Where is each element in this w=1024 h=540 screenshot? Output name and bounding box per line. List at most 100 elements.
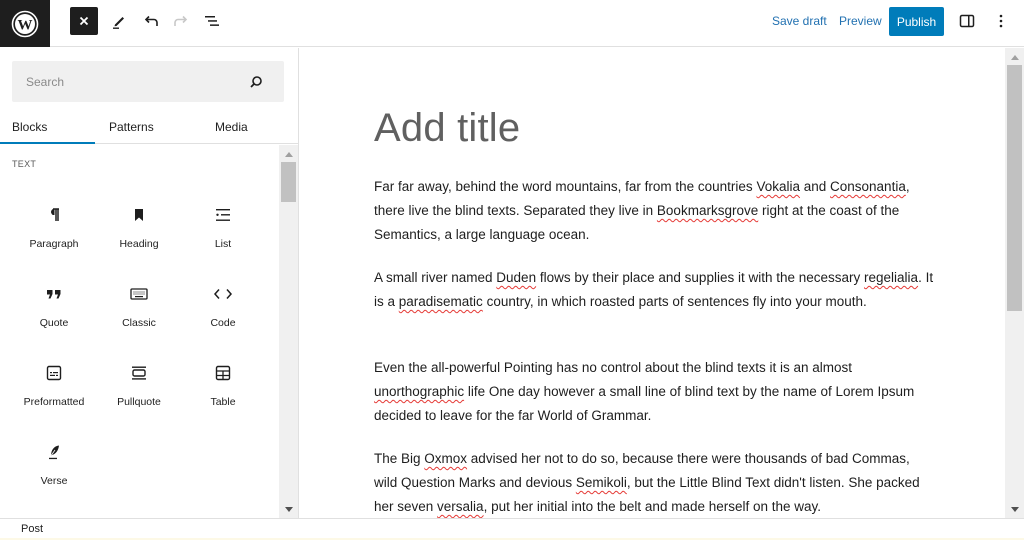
block-item-list[interactable]: List (181, 195, 265, 267)
paragraph-text: and (799, 179, 831, 194)
block-label: List (214, 238, 232, 250)
keyboard-icon (130, 288, 148, 300)
paragraph-icon (51, 208, 59, 221)
tab-patterns[interactable]: Patterns (109, 110, 154, 144)
publish-button[interactable]: Publish (889, 7, 944, 36)
quote-icon (47, 290, 61, 299)
settings-button[interactable] (953, 7, 981, 35)
paragraph-block[interactable]: Even the all-powerful Pointing has no co… (374, 356, 934, 428)
wordpress-logo[interactable]: W (0, 0, 50, 47)
block-item-code[interactable]: Code (181, 274, 265, 346)
search-icon[interactable] (248, 74, 264, 90)
block-breadcrumb-bar: Post (0, 518, 1024, 540)
paragraph-text: Even the all-powerful Pointing has no co… (374, 360, 853, 375)
editor-scrollbar[interactable] (1005, 48, 1024, 518)
paragraph-text: flows by their place and supplies it wit… (536, 270, 865, 285)
preview-button[interactable]: Preview (839, 14, 882, 28)
block-label: Code (210, 317, 236, 329)
block-label: Preformatted (23, 396, 85, 408)
misspelled-word[interactable]: unorthographic (374, 384, 464, 399)
close-inserter-button[interactable] (70, 7, 98, 35)
block-label: Quote (39, 317, 69, 329)
document-overview-button[interactable] (198, 7, 226, 35)
list-icon (216, 209, 230, 221)
code-icon (213, 289, 233, 299)
misspelled-word[interactable]: regelialia (864, 270, 918, 285)
paragraph-block[interactable]: Far far away, behind the word mountains,… (374, 175, 934, 247)
tab-blocks[interactable]: Blocks (12, 110, 47, 144)
undo-icon (144, 15, 158, 26)
block-label: Verse (40, 475, 68, 487)
block-item-table[interactable]: Table (181, 353, 265, 425)
misspelled-word[interactable]: Semikoli (576, 475, 627, 490)
block-item-pullquote[interactable]: Pullquote (97, 353, 181, 425)
feather-icon (49, 445, 59, 460)
editor-header: W Save draft Preview Publish (0, 0, 1024, 47)
bookmark-heading-icon (135, 209, 143, 221)
scrollbar-thumb[interactable] (281, 162, 296, 202)
misspelled-word[interactable]: Oxmox (424, 451, 467, 466)
block-item-classic[interactable]: Classic (97, 274, 181, 346)
table-icon (215, 365, 231, 381)
options-button[interactable] (987, 7, 1015, 35)
breadcrumb-post[interactable]: Post (21, 523, 43, 535)
redo-icon (174, 15, 188, 26)
redo-button[interactable] (167, 7, 195, 35)
preformatted-icon (46, 365, 62, 381)
block-label: Paragraph (29, 238, 79, 250)
undo-button[interactable] (137, 7, 165, 35)
section-label-text: TEXT (12, 159, 37, 169)
block-item-paragraph[interactable]: Paragraph (12, 195, 96, 267)
paragraph-text: Far far away, behind the word mountains,… (374, 179, 757, 194)
block-item-preformatted[interactable]: Preformatted (12, 353, 96, 425)
paragraph-block[interactable]: The Big Oxmox advised her not to do so, … (374, 447, 934, 518)
block-label: Classic (122, 317, 156, 329)
paragraph-text: country, in which roasted parts of sente… (482, 294, 867, 309)
misspelled-word[interactable]: Duden (496, 270, 536, 285)
block-item-heading[interactable]: Heading (97, 195, 181, 267)
block-item-quote[interactable]: Quote (12, 274, 96, 346)
misspelled-word[interactable]: versalia (437, 499, 484, 514)
scroll-down-arrow[interactable] (279, 502, 298, 516)
triangle-up-icon (284, 151, 293, 157)
pullquote-icon (132, 366, 146, 380)
misspelled-word[interactable]: paradisematic (399, 294, 483, 309)
inserter-tabs: Blocks Patterns Media (0, 110, 298, 144)
paragraph-text: , put her initial into the belt and made… (483, 499, 822, 514)
block-item-verse[interactable]: Verse (12, 432, 96, 504)
close-icon (79, 16, 89, 26)
post-title-input[interactable]: Add title (374, 106, 520, 151)
block-search-input[interactable] (12, 61, 242, 102)
scroll-up-arrow[interactable] (279, 147, 298, 161)
editor-canvas: Add title Far far away, behind the word … (300, 48, 1005, 518)
inserter-scrollbar[interactable] (279, 145, 298, 518)
block-label: Pullquote (117, 396, 161, 408)
block-label: Table (210, 396, 236, 408)
paragraph-block[interactable]: A small river named Duden flows by their… (374, 266, 934, 314)
document-outline-icon (205, 16, 219, 26)
misspelled-word[interactable]: Vokalia (756, 179, 800, 194)
paragraph-text: The Big (374, 451, 425, 466)
triangle-down-icon (1010, 506, 1019, 512)
wordpress-logo-icon: W (11, 10, 39, 37)
scroll-down-arrow[interactable] (1005, 502, 1024, 516)
misspelled-word[interactable]: Bookmarksgrove (657, 203, 758, 218)
save-draft-button[interactable]: Save draft (772, 14, 827, 28)
block-list: TEXT Paragraph Heading List Quote Classi… (0, 145, 279, 518)
sidebar-panel-icon (959, 14, 975, 28)
pencil-icon (113, 17, 124, 29)
misspelled-word[interactable]: Consonantia (830, 179, 906, 194)
more-vertical-icon (999, 14, 1003, 28)
block-inserter-panel: Blocks Patterns Media TEXT Paragraph Hea… (0, 48, 299, 518)
triangle-down-icon (284, 506, 293, 512)
block-search (12, 61, 284, 102)
scrollbar-thumb[interactable] (1007, 65, 1022, 311)
block-label: Heading (119, 238, 159, 250)
tools-button[interactable] (105, 7, 133, 35)
triangle-up-icon (1010, 54, 1019, 60)
paragraph-text: A small river named (374, 270, 497, 285)
svg-text:W: W (18, 17, 33, 33)
active-tab-indicator (0, 142, 95, 144)
scroll-up-arrow[interactable] (1005, 50, 1024, 64)
tab-media[interactable]: Media (215, 110, 248, 144)
